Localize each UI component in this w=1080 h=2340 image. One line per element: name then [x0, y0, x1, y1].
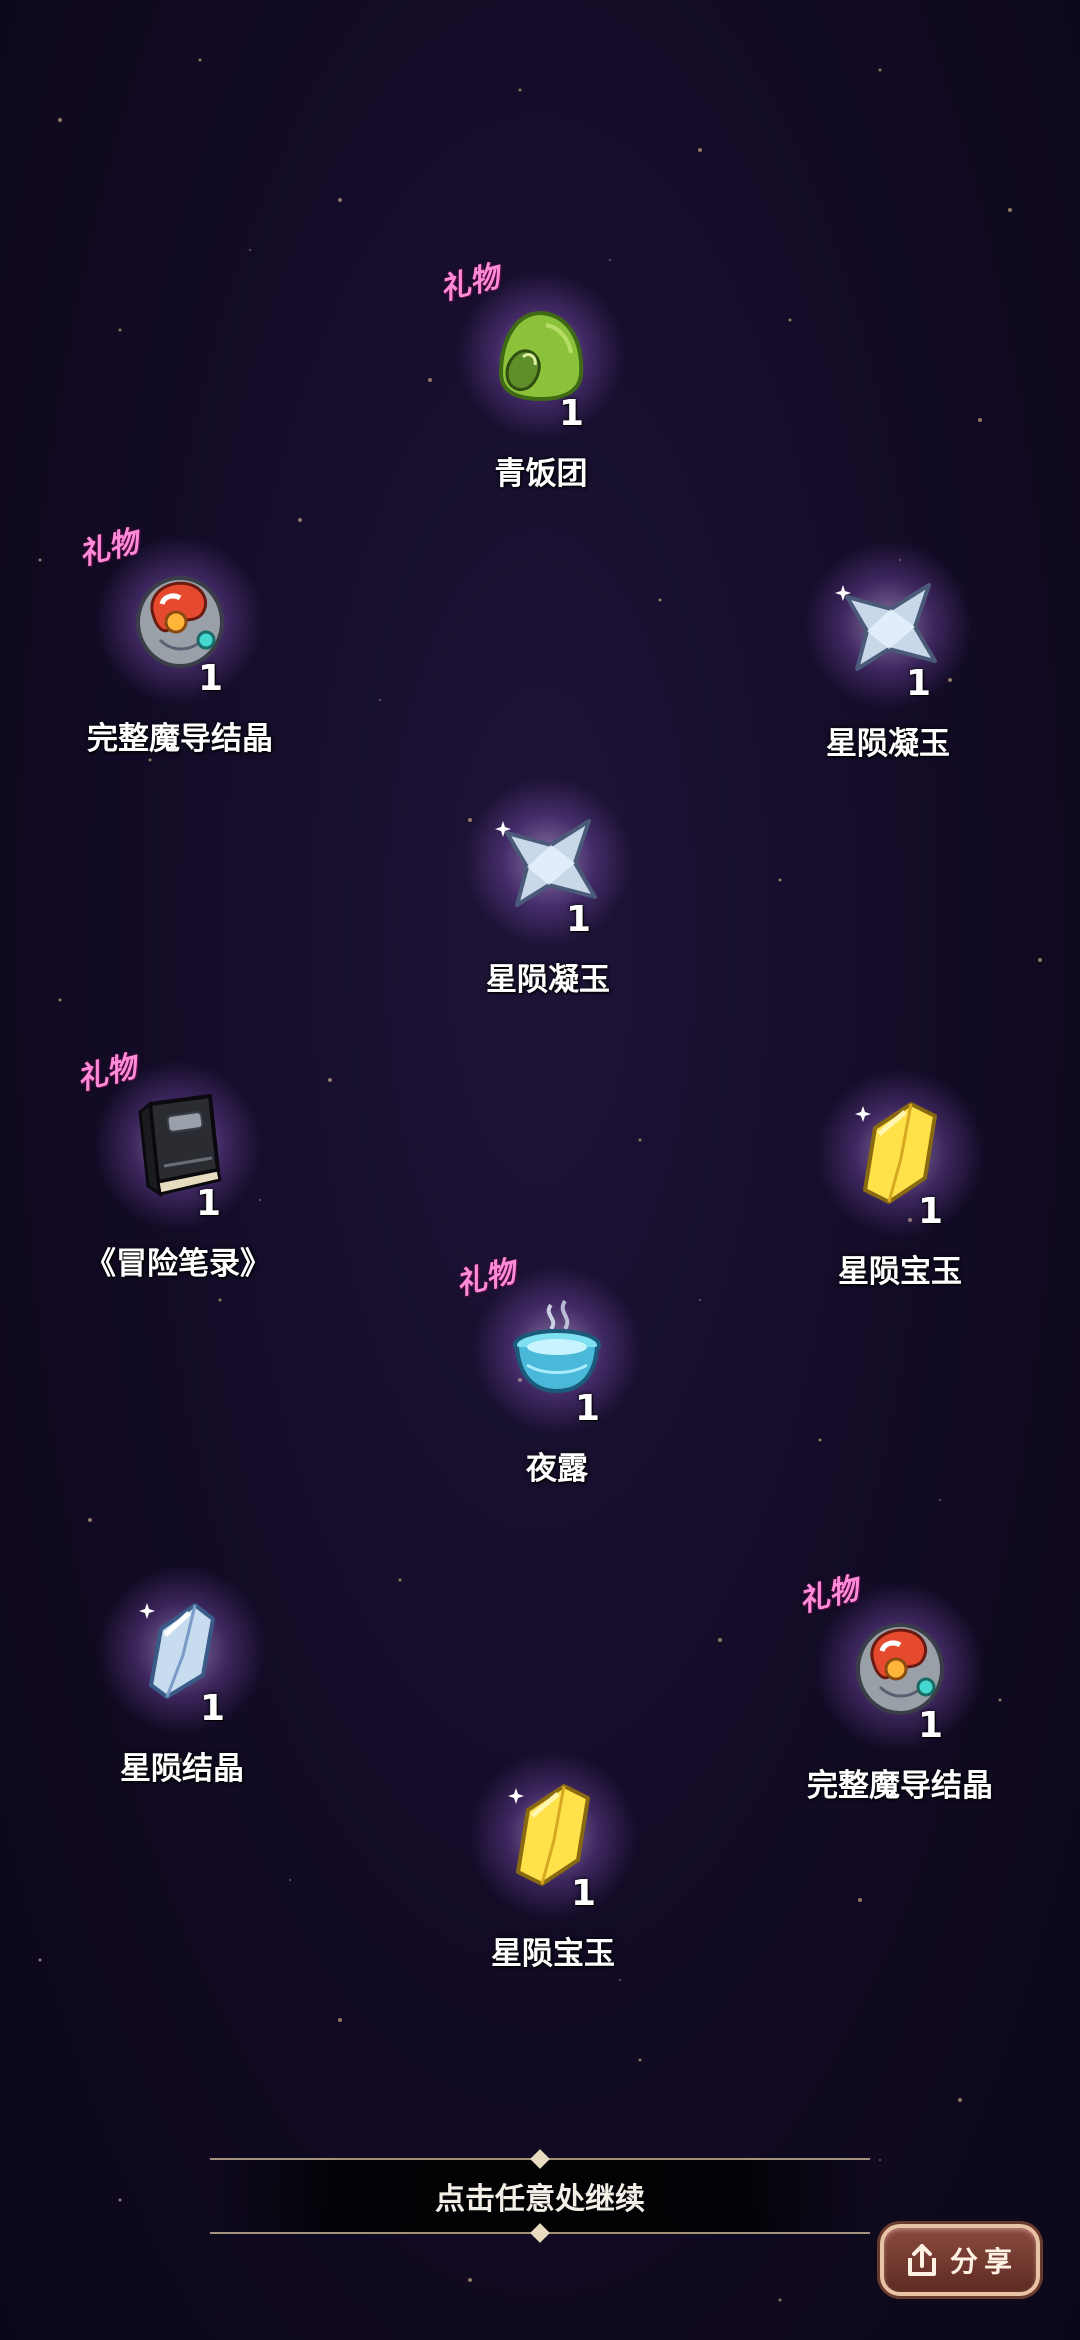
- item-name: 夜露: [526, 1451, 588, 1487]
- share-icon: [907, 2244, 936, 2276]
- magic-crystal-orb-icon: [136, 576, 224, 668]
- item-count: 1: [917, 1191, 943, 1232]
- reward-item[interactable]: 1 星陨结晶: [52, 1565, 312, 1788]
- reward-item[interactable]: 1 星陨凝玉: [418, 776, 678, 999]
- reward-item[interactable]: 礼物 1 完整魔导结晶: [770, 1571, 1030, 1805]
- divider-ornament: [530, 2149, 550, 2169]
- item-count: 1: [570, 1873, 596, 1914]
- reward-item[interactable]: 1 星陨凝玉: [758, 540, 1018, 763]
- magic-crystal-orb-icon: [856, 1623, 944, 1715]
- reward-item[interactable]: 1 星陨宝玉: [770, 1068, 1030, 1291]
- item-count: 1: [195, 1183, 221, 1224]
- silver-star-gem-icon: [835, 583, 937, 671]
- reward-item[interactable]: 礼物 1 夜露: [427, 1254, 687, 1488]
- share-button[interactable]: 分享: [880, 2224, 1040, 2296]
- item-name: 星陨凝玉: [826, 726, 950, 762]
- reward-item[interactable]: 礼物 1 完整魔导结晶: [50, 524, 310, 758]
- item-name: 星陨凝玉: [486, 962, 610, 998]
- item-name: 星陨结晶: [120, 1751, 244, 1787]
- share-label: 分享: [949, 2245, 1018, 2278]
- item-count: 1: [917, 1705, 943, 1746]
- continue-text: 点击任意处继续: [435, 2182, 645, 2217]
- item-count: 1: [199, 1688, 225, 1729]
- item-name: 《冒险笔录》: [85, 1246, 271, 1282]
- reward-item[interactable]: 1 星陨宝玉: [423, 1750, 683, 1973]
- item-name: 星陨宝玉: [491, 1936, 615, 1972]
- item-count: 1: [565, 899, 591, 940]
- continue-prompt[interactable]: 点击任意处继续: [210, 2149, 870, 2243]
- reward-item[interactable]: 礼物 1 《冒险笔录》: [48, 1049, 308, 1283]
- item-name: 完整魔导结晶: [807, 1768, 993, 1804]
- item-name: 青饭团: [494, 456, 588, 492]
- item-name: 完整魔导结晶: [87, 721, 273, 757]
- divider-ornament: [530, 2223, 550, 2243]
- item-count: 1: [558, 393, 584, 434]
- item-count: 1: [197, 658, 223, 699]
- item-name: 星陨宝玉: [838, 1254, 962, 1290]
- item-count: 1: [574, 1388, 600, 1429]
- silver-star-gem-icon: [495, 819, 597, 907]
- item-count: 1: [905, 663, 931, 704]
- reward-item[interactable]: 礼物 1 青饭团: [411, 259, 671, 493]
- green-rice-ball-icon: [498, 310, 584, 402]
